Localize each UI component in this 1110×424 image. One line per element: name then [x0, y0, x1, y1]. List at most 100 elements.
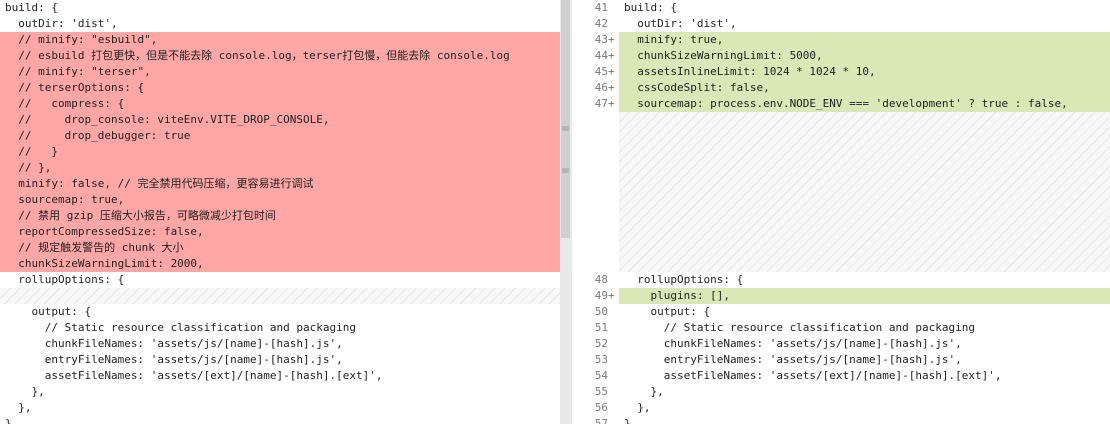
code-line-text: entryFileNames: 'assets/js/[name]-[hash]… [5, 353, 343, 366]
code-line[interactable]: outDir: 'dist', [619, 16, 1110, 32]
code-line-text: output: { [5, 305, 92, 318]
code-line[interactable]: output: { [0, 304, 560, 320]
code-line[interactable]: entryFileNames: 'assets/js/[name]-[hash]… [0, 352, 560, 368]
code-line[interactable]: rollupOptions: { [0, 272, 560, 288]
code-line[interactable]: build: { [0, 0, 560, 16]
code-line[interactable]: rollupOptions: { [619, 272, 1110, 288]
right-diff-pane[interactable]: 41 42 43+ 44+ 45+ 46+ 47+ 48 49+ 50 51 52 53 54 55 56 57… [572, 0, 1110, 424]
left-diff-pane[interactable]: build: { outDir: 'dist', // minify: "esb… [0, 0, 560, 424]
line-number: 46+ [572, 80, 620, 96]
code-line[interactable]: assetFileNames: 'assets/[ext]/[name]-[ha… [619, 368, 1110, 384]
added-code-line[interactable]: cssCodeSplit: false, [619, 80, 1110, 96]
line-number-text: 44 [594, 49, 608, 62]
code-line[interactable]: chunkFileNames: 'assets/js/[name]-[hash]… [0, 336, 560, 352]
line-number-text: 52 [594, 337, 608, 350]
left-scrollbar-thumb[interactable] [561, 0, 570, 238]
deleted-code-line[interactable]: // 禁用 gzip 压缩大小报告，可略微减少打包时间 [0, 208, 560, 224]
added-code-line[interactable]: assetsInlineLimit: 1024 * 1024 * 10, [619, 64, 1110, 80]
deleted-code-line[interactable]: // minify: "esbuild", [0, 32, 560, 48]
code-line-text: // } [5, 145, 58, 158]
deleted-code-line[interactable]: reportCompressedSize: false, [0, 224, 560, 240]
line-number: 53 [572, 352, 620, 368]
line-number-text: 54 [594, 369, 608, 382]
deleted-code-line[interactable]: chunkSizeWarningLimit: 2000, [0, 256, 560, 272]
code-line[interactable]: }, [0, 384, 560, 400]
code-line[interactable]: build: { [619, 0, 1110, 16]
added-code-line[interactable]: plugins: [], [619, 288, 1110, 304]
code-line[interactable]: entryFileNames: 'assets/js/[name]-[hash]… [619, 352, 1110, 368]
code-line-text: output: { [624, 305, 711, 318]
code-line-text: // drop_debugger: true [5, 129, 191, 142]
deleted-code-line[interactable]: minify: false, // 完全禁用代码压缩，更容易进行调试 [0, 176, 560, 192]
code-line[interactable]: // Static resource classification and pa… [0, 320, 560, 336]
code-line-text: }, [624, 401, 651, 414]
deleted-code-line[interactable]: // compress: { [0, 96, 560, 112]
code-line-text: // esbuild 打包更快，但是不能去除 console.log，terse… [5, 49, 510, 62]
deleted-code-line[interactable]: // } [0, 144, 560, 160]
code-line-text: reportCompressedSize: false, [5, 225, 204, 238]
code-line-text: build: { [624, 1, 677, 14]
added-code-line[interactable]: chunkSizeWarningLimit: 5000, [619, 48, 1110, 64]
code-line[interactable]: chunkFileNames: 'assets/js/[name]-[hash]… [619, 336, 1110, 352]
line-number: 47+ [572, 96, 620, 112]
scrollbar-change-marker [562, 126, 569, 131]
deleted-code-line[interactable]: sourcemap: true, [0, 192, 560, 208]
added-code-line[interactable]: minify: true, [619, 32, 1110, 48]
code-line[interactable]: output: { [619, 304, 1110, 320]
line-number-text: 46 [594, 81, 608, 94]
code-line-text: cssCodeSplit: false, [624, 81, 770, 94]
deleted-code-line[interactable]: // minify: "terser", [0, 64, 560, 80]
code-line[interactable]: }, [0, 400, 560, 416]
code-line-text: }, [5, 385, 45, 398]
deleted-code-line[interactable]: // 规定触发警告的 chunk 大小 [0, 240, 560, 256]
diff-marker: + [608, 33, 615, 46]
code-line[interactable]: }, [619, 384, 1110, 400]
line-number-text: 49 [594, 289, 608, 302]
code-line[interactable]: }, [0, 416, 560, 424]
line-number: 57 [572, 416, 620, 424]
code-line-text: // compress: { [5, 97, 125, 110]
code-line-text: // drop_console: viteEnv.VITE_DROP_CONSO… [5, 113, 330, 126]
code-line[interactable]: assetFileNames: 'assets/[ext]/[name]-[ha… [0, 368, 560, 384]
code-line-text: plugins: [], [624, 289, 730, 302]
line-number-text: 47 [594, 97, 608, 110]
code-line-text: chunkSizeWarningLimit: 2000, [5, 257, 204, 270]
diff-filler-line[interactable] [0, 288, 560, 304]
line-number: 42 [572, 16, 620, 32]
line-number: 50 [572, 304, 620, 320]
code-line-text: // }, [5, 161, 52, 174]
code-line-text: // Static resource classification and pa… [5, 321, 356, 334]
diff-marker: + [608, 81, 615, 94]
deleted-code-line[interactable]: // esbuild 打包更快，但是不能去除 console.log，terse… [0, 48, 560, 64]
deleted-code-line[interactable]: // }, [0, 160, 560, 176]
deleted-code-line[interactable]: // drop_debugger: true [0, 128, 560, 144]
code-line[interactable]: }, [619, 400, 1110, 416]
diff-filler-block [619, 112, 1110, 272]
code-line-text: }, [5, 417, 19, 424]
diff-marker: + [608, 49, 615, 62]
code-line[interactable]: // Static resource classification and pa… [619, 320, 1110, 336]
code-line-text: }, [624, 385, 664, 398]
diff-marker: + [608, 97, 615, 110]
added-code-line[interactable]: sourcemap: process.env.NODE_ENV === 'dev… [619, 96, 1110, 112]
line-number-text: 41 [594, 1, 608, 14]
code-line-text: chunkFileNames: 'assets/js/[name]-[hash]… [624, 337, 962, 350]
line-number: 54 [572, 368, 620, 384]
code-line-text: minify: false, // 完全禁用代码压缩，更容易进行调试 [5, 177, 314, 190]
line-number-text: 42 [594, 17, 608, 30]
code-line-text: minify: true, [624, 33, 724, 46]
code-line-text: // Static resource classification and pa… [624, 321, 975, 334]
code-line-text: // 禁用 gzip 压缩大小报告，可略微减少打包时间 [5, 209, 276, 222]
code-line-text: rollupOptions: { [5, 273, 125, 286]
code-line-text: // minify: "terser", [5, 65, 151, 78]
line-number: 45+ [572, 64, 620, 80]
deleted-code-line[interactable]: // terserOptions: { [0, 80, 560, 96]
code-line[interactable]: outDir: 'dist', [0, 16, 560, 32]
diff-marker: + [608, 65, 615, 78]
code-line[interactable]: }, [619, 416, 1110, 424]
code-line-text: outDir: 'dist', [5, 17, 118, 30]
line-number-text: 53 [594, 353, 608, 366]
deleted-code-line[interactable]: // drop_console: viteEnv.VITE_DROP_CONSO… [0, 112, 560, 128]
line-number-text: 55 [594, 385, 608, 398]
code-line-text: assetFileNames: 'assets/[ext]/[name]-[ha… [5, 369, 383, 382]
